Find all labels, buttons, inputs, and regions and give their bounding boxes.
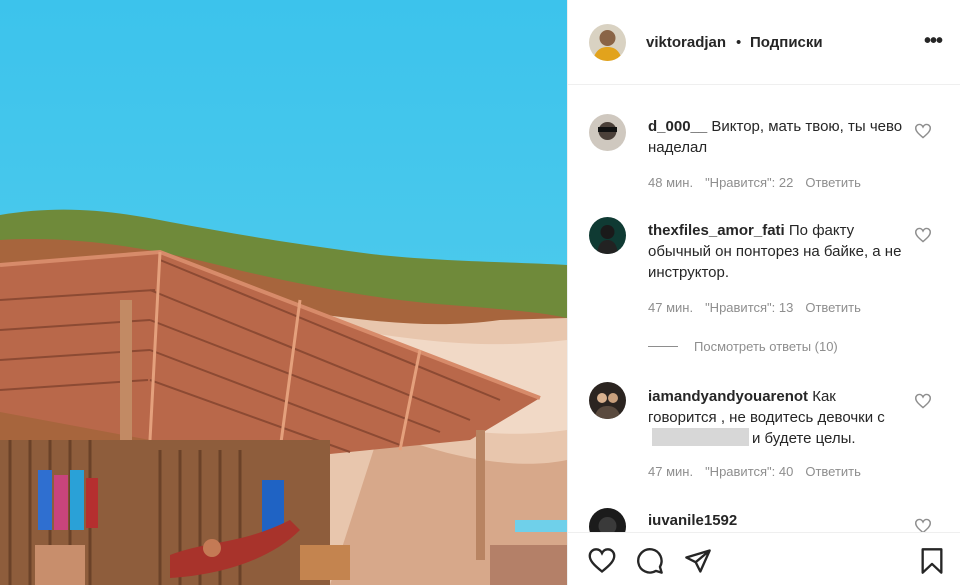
author-avatar[interactable] [589, 24, 626, 61]
author-username[interactable]: viktoradjan [646, 34, 726, 51]
view-replies-button[interactable]: Посмотреть ответы (10) [648, 339, 838, 354]
commenter-avatar[interactable] [589, 508, 626, 532]
commenter-avatar[interactable] [589, 217, 626, 254]
comment-icon[interactable] [636, 547, 664, 575]
reply-button[interactable]: Ответить [805, 175, 861, 190]
share-icon[interactable] [684, 547, 712, 575]
comment-meta: 47 мин. "Нравится": 13 Ответить [648, 300, 873, 315]
reply-button[interactable]: Ответить [805, 300, 861, 315]
comment-time[interactable]: 47 мин. [648, 300, 693, 315]
commenter-avatar[interactable] [589, 382, 626, 419]
commenter-username[interactable]: iuvanile1592 [648, 512, 737, 529]
heart-icon[interactable] [914, 518, 932, 532]
comment-likes[interactable]: "Нравится": 22 [705, 175, 793, 190]
heart-icon[interactable] [914, 123, 932, 139]
comment-time[interactable]: 47 мин. [648, 464, 693, 479]
reply-button[interactable]: Ответить [805, 464, 861, 479]
heart-icon[interactable] [914, 393, 932, 409]
replies-divider [648, 346, 678, 347]
redacted-text [652, 428, 749, 446]
comment-text: thexfiles_amor_fati По факту обычный он … [648, 220, 906, 283]
comment-text: iamandyandyouarenot Как говорится , не в… [648, 386, 906, 449]
commenter-username[interactable]: thexfiles_amor_fati [648, 222, 785, 239]
comment-time[interactable]: 48 мин. [648, 175, 693, 190]
beach-hut-image [0, 0, 567, 585]
more-icon[interactable]: ••• [924, 30, 943, 53]
commenter-avatar[interactable] [589, 114, 626, 151]
post-sidebar: viktoradjan • Подписки ••• d_000__ Викто… [567, 0, 960, 585]
comment-likes[interactable]: "Нравится": 40 [705, 464, 793, 479]
comment-likes[interactable]: "Нравится": 13 [705, 300, 793, 315]
post-header: viktoradjan • Подписки ••• [568, 0, 960, 85]
comment-body-end: и будете целы. [752, 430, 856, 447]
follow-button[interactable]: Подписки [750, 34, 823, 51]
bookmark-icon[interactable] [918, 547, 946, 575]
comment-text: d_000__ Виктор, мать твою, ты чево надел… [648, 116, 906, 158]
heart-icon[interactable] [588, 547, 616, 575]
comment-text: iuvanile1592 [648, 510, 906, 531]
heart-icon[interactable] [914, 227, 932, 243]
comment-meta: 48 мин. "Нравится": 22 Ответить [648, 175, 873, 190]
post-actions-bar [568, 532, 960, 585]
header-separator: • [736, 34, 742, 51]
comment-meta: 47 мин. "Нравится": 40 Ответить [648, 464, 873, 479]
view-replies-label[interactable]: Посмотреть ответы (10) [694, 339, 838, 354]
commenter-username[interactable]: d_000__ [648, 118, 707, 135]
commenter-username[interactable]: iamandyandyouarenot [648, 388, 808, 405]
post-photo [0, 0, 567, 585]
comments-list: d_000__ Виктор, мать твою, ты чево надел… [568, 86, 960, 532]
